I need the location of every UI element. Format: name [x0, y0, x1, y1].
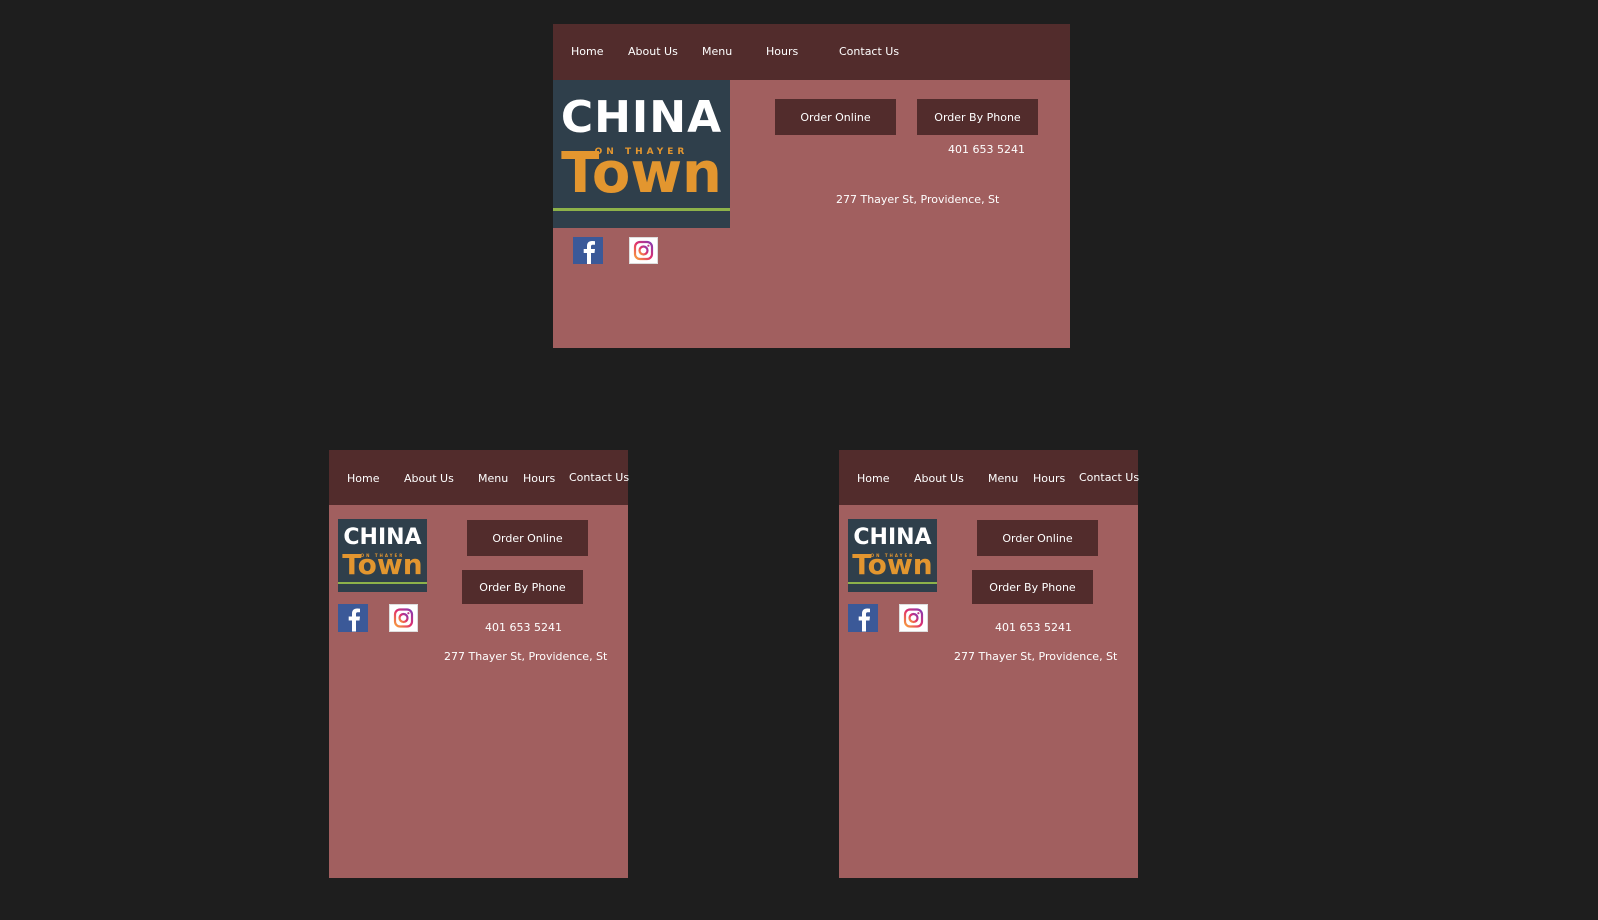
- order-by-phone-button[interactable]: Order By Phone: [462, 570, 583, 604]
- nav-menu[interactable]: Menu: [478, 472, 508, 485]
- facebook-icon[interactable]: [848, 604, 878, 632]
- logo-stripe: [848, 582, 937, 584]
- address: 277 Thayer St, Providence, St: [954, 650, 1118, 663]
- logo-stripe: [553, 208, 730, 211]
- instagram-icon[interactable]: [899, 604, 928, 632]
- nav-home[interactable]: Home: [857, 472, 889, 485]
- mobile-frame-right: Home About Us Menu Hours Contact Us CHIN…: [839, 450, 1139, 878]
- nav-contact[interactable]: Contact Us: [569, 471, 629, 484]
- order-online-button[interactable]: Order Online: [467, 520, 588, 556]
- nav-bar: Home About Us Menu Hours Contact Us: [553, 24, 1070, 80]
- facebook-icon[interactable]: [338, 604, 368, 632]
- nav-menu[interactable]: Menu: [702, 45, 732, 58]
- phone-number: 401 653 5241: [485, 621, 562, 634]
- logo-town: Town: [561, 141, 722, 206]
- facebook-icon[interactable]: [573, 237, 603, 264]
- desktop-frame: Home About Us Menu Hours Contact Us CHIN…: [553, 24, 1070, 348]
- order-online-button[interactable]: Order Online: [775, 99, 896, 135]
- nav-about[interactable]: About Us: [404, 472, 454, 485]
- nav-hours[interactable]: Hours: [1033, 472, 1065, 485]
- logo[interactable]: CHINA ON THAYER Town: [338, 519, 427, 592]
- instagram-icon[interactable]: [389, 604, 418, 632]
- nav-home[interactable]: Home: [347, 472, 379, 485]
- nav-hours[interactable]: Hours: [523, 472, 555, 485]
- logo-china: CHINA: [853, 525, 932, 550]
- mobile-frame-left: Home About Us Menu Hours Contact Us CHIN…: [329, 450, 629, 878]
- logo-town: Town: [852, 548, 933, 581]
- nav-home[interactable]: Home: [571, 45, 603, 58]
- logo[interactable]: CHINA ON THAYER Town: [848, 519, 937, 592]
- phone-number: 401 653 5241: [995, 621, 1072, 634]
- order-by-phone-button[interactable]: Order By Phone: [972, 570, 1093, 604]
- phone-number: 401 653 5241: [948, 143, 1025, 156]
- logo[interactable]: CHINA ON THAYER Town: [553, 80, 730, 228]
- nav-contact[interactable]: Contact Us: [839, 45, 899, 58]
- address: 277 Thayer St, Providence, St: [444, 650, 608, 663]
- logo-china: CHINA: [343, 525, 422, 550]
- logo-china: CHINA: [560, 92, 723, 143]
- order-by-phone-button[interactable]: Order By Phone: [917, 99, 1038, 135]
- nav-about[interactable]: About Us: [914, 472, 964, 485]
- nav-bar: Home About Us Menu Hours Contact Us: [329, 450, 629, 505]
- address: 277 Thayer St, Providence, St: [836, 193, 1000, 206]
- nav-menu[interactable]: Menu: [988, 472, 1018, 485]
- logo-town: Town: [342, 548, 423, 581]
- nav-bar: Home About Us Menu Hours Contact Us: [839, 450, 1139, 505]
- logo-stripe: [338, 582, 427, 584]
- nav-about[interactable]: About Us: [628, 45, 678, 58]
- instagram-icon[interactable]: [629, 237, 658, 264]
- nav-contact[interactable]: Contact Us: [1079, 471, 1139, 484]
- nav-hours[interactable]: Hours: [766, 45, 798, 58]
- order-online-button[interactable]: Order Online: [977, 520, 1098, 556]
